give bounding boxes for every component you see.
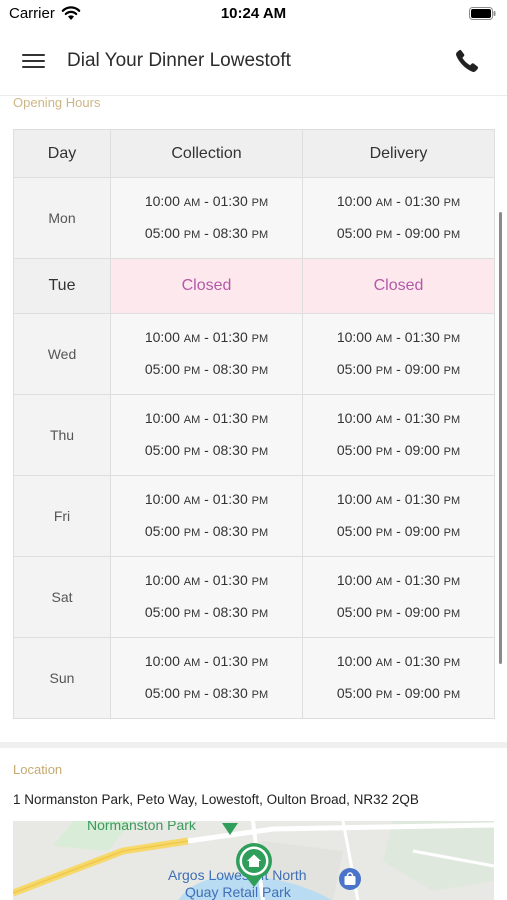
- opening-hours-heading: Opening Hours: [13, 96, 101, 110]
- address-text: 1 Normanston Park, Peto Way, Lowestoft, …: [13, 792, 419, 807]
- column-header-delivery: Delivery: [302, 129, 495, 178]
- column-header-day: Day: [13, 129, 111, 178]
- delivery-time-slot: 05:00 PM - 09:00 PM: [336, 523, 461, 539]
- map-label-store: Argos Lowestoft North: [168, 867, 307, 883]
- scrollbar[interactable]: [499, 212, 502, 664]
- page-title: Dial Your Dinner Lowestoft: [67, 50, 291, 71]
- collection-time-slot: 05:00 PM - 08:30 PM: [144, 442, 269, 458]
- app-header: Dial Your Dinner Lowestoft: [0, 28, 507, 96]
- clock: 10:24 AM: [220, 5, 287, 22]
- delivery-cell: 10:00 AM - 01:30 PM 05:00 PM - 09:00 PM: [302, 313, 495, 395]
- day-cell: Tue: [13, 258, 111, 314]
- shopping-bag-icon: [339, 868, 361, 890]
- delivery-cell: 10:00 AM - 01:30 PM 05:00 PM - 09:00 PM: [302, 177, 495, 259]
- collection-cell: 10:00 AM - 01:30 PM 05:00 PM - 08:30 PM: [110, 475, 303, 557]
- delivery-time-slot: 05:00 PM - 09:00 PM: [336, 225, 461, 241]
- delivery-time-slot: 10:00 AM - 01:30 PM: [336, 653, 461, 669]
- delivery-cell: 10:00 AM - 01:30 PM 05:00 PM - 09:00 PM: [302, 475, 495, 557]
- delivery-cell: 10:00 AM - 01:30 PM 05:00 PM - 09:00 PM: [302, 637, 495, 719]
- status-bar: Carrier 10:24 AM: [0, 0, 507, 28]
- map-label-retail: Quay Retail Park: [185, 884, 292, 900]
- location-map[interactable]: Normanston Park Argos Lowestoft North Qu…: [13, 821, 494, 900]
- collection-time-slot: 10:00 AM - 01:30 PM: [144, 653, 269, 669]
- location-heading: Location: [13, 762, 63, 777]
- day-cell: Sat: [13, 556, 111, 638]
- collection-time-slot: 10:00 AM - 01:30 PM: [144, 193, 269, 209]
- collection-cell: 10:00 AM - 01:30 PM 05:00 PM - 08:30 PM: [110, 556, 303, 638]
- day-cell: Wed: [13, 313, 111, 395]
- hours-row-mon: Mon 10:00 AM - 01:30 PM 05:00 PM - 08:30 P…: [13, 177, 495, 259]
- collection-cell: Closed: [110, 258, 303, 314]
- collection-time-slot: 05:00 PM - 08:30 PM: [144, 523, 269, 539]
- delivery-cell: Closed: [302, 258, 495, 314]
- day-cell: Sun: [13, 637, 111, 719]
- opening-hours-table: Day Collection Delivery Mon 10:00 AM - 01…: [13, 129, 495, 719]
- scroll-content[interactable]: Opening Hours Day Collection Delivery Mo…: [0, 96, 507, 900]
- hours-row-thu: Thu 10:00 AM - 01:30 PM 05:00 PM - 08:30 P…: [13, 394, 495, 476]
- delivery-time-slot: 05:00 PM - 09:00 PM: [336, 361, 461, 377]
- collection-cell: 10:00 AM - 01:30 PM 05:00 PM - 08:30 PM: [110, 637, 303, 719]
- collection-time-slot: 05:00 PM - 08:30 PM: [144, 604, 269, 620]
- delivery-time-slot: 10:00 AM - 01:30 PM: [336, 572, 461, 588]
- collection-time-slot: 05:00 PM - 08:30 PM: [144, 685, 269, 701]
- hours-row-tue: Tue Closed Closed: [13, 258, 495, 314]
- collection-time-slot: 05:00 PM - 08:30 PM: [144, 225, 269, 241]
- day-cell: Fri: [13, 475, 111, 557]
- collection-time-slot: 05:00 PM - 08:30 PM: [144, 361, 269, 377]
- collection-cell: 10:00 AM - 01:30 PM 05:00 PM - 08:30 PM: [110, 313, 303, 395]
- column-header-collection: Collection: [110, 129, 303, 178]
- collection-time-slot: 10:00 AM - 01:30 PM: [144, 491, 269, 507]
- delivery-time-slot: 05:00 PM - 09:00 PM: [336, 685, 461, 701]
- hours-row-sat: Sat 10:00 AM - 01:30 PM 05:00 PM - 08:30 P…: [13, 556, 495, 638]
- table-header-row: Day Collection Delivery: [13, 129, 495, 178]
- collection-cell: 10:00 AM - 01:30 PM 05:00 PM - 08:30 PM: [110, 177, 303, 259]
- map-graphic: Normanston Park Argos Lowestoft North Qu…: [13, 821, 494, 900]
- delivery-time-slot: 10:00 AM - 01:30 PM: [336, 410, 461, 426]
- map-label-park: Normanston Park: [87, 821, 197, 833]
- collection-time-slot: 10:00 AM - 01:30 PM: [144, 572, 269, 588]
- day-cell: Mon: [13, 177, 111, 259]
- battery-icon: [469, 7, 496, 20]
- delivery-cell: 10:00 AM - 01:30 PM 05:00 PM - 09:00 PM: [302, 556, 495, 638]
- delivery-time-slot: 05:00 PM - 09:00 PM: [336, 442, 461, 458]
- collection-time-slot: 10:00 AM - 01:30 PM: [144, 329, 269, 345]
- delivery-time-slot: 10:00 AM - 01:30 PM: [336, 329, 461, 345]
- opening-hours-body: Mon 10:00 AM - 01:30 PM 05:00 PM - 08:30 P…: [13, 177, 495, 719]
- collection-cell: 10:00 AM - 01:30 PM 05:00 PM - 08:30 PM: [110, 394, 303, 476]
- hours-row-sun: Sun 10:00 AM - 01:30 PM 05:00 PM - 08:30 P…: [13, 637, 495, 719]
- delivery-time-slot: 10:00 AM - 01:30 PM: [336, 491, 461, 507]
- hours-row-fri: Fri 10:00 AM - 01:30 PM 05:00 PM - 08:30 P…: [13, 475, 495, 557]
- phone-icon[interactable]: [454, 48, 480, 74]
- delivery-time-slot: 05:00 PM - 09:00 PM: [336, 604, 461, 620]
- day-cell: Thu: [13, 394, 111, 476]
- delivery-cell: 10:00 AM - 01:30 PM 05:00 PM - 09:00 PM: [302, 394, 495, 476]
- hours-row-wed: Wed 10:00 AM - 01:30 PM 05:00 PM - 08:30 P…: [13, 313, 495, 395]
- delivery-time-slot: 10:00 AM - 01:30 PM: [336, 193, 461, 209]
- hamburger-menu-icon[interactable]: [22, 51, 46, 71]
- collection-time-slot: 10:00 AM - 01:30 PM: [144, 410, 269, 426]
- section-divider: [0, 742, 507, 748]
